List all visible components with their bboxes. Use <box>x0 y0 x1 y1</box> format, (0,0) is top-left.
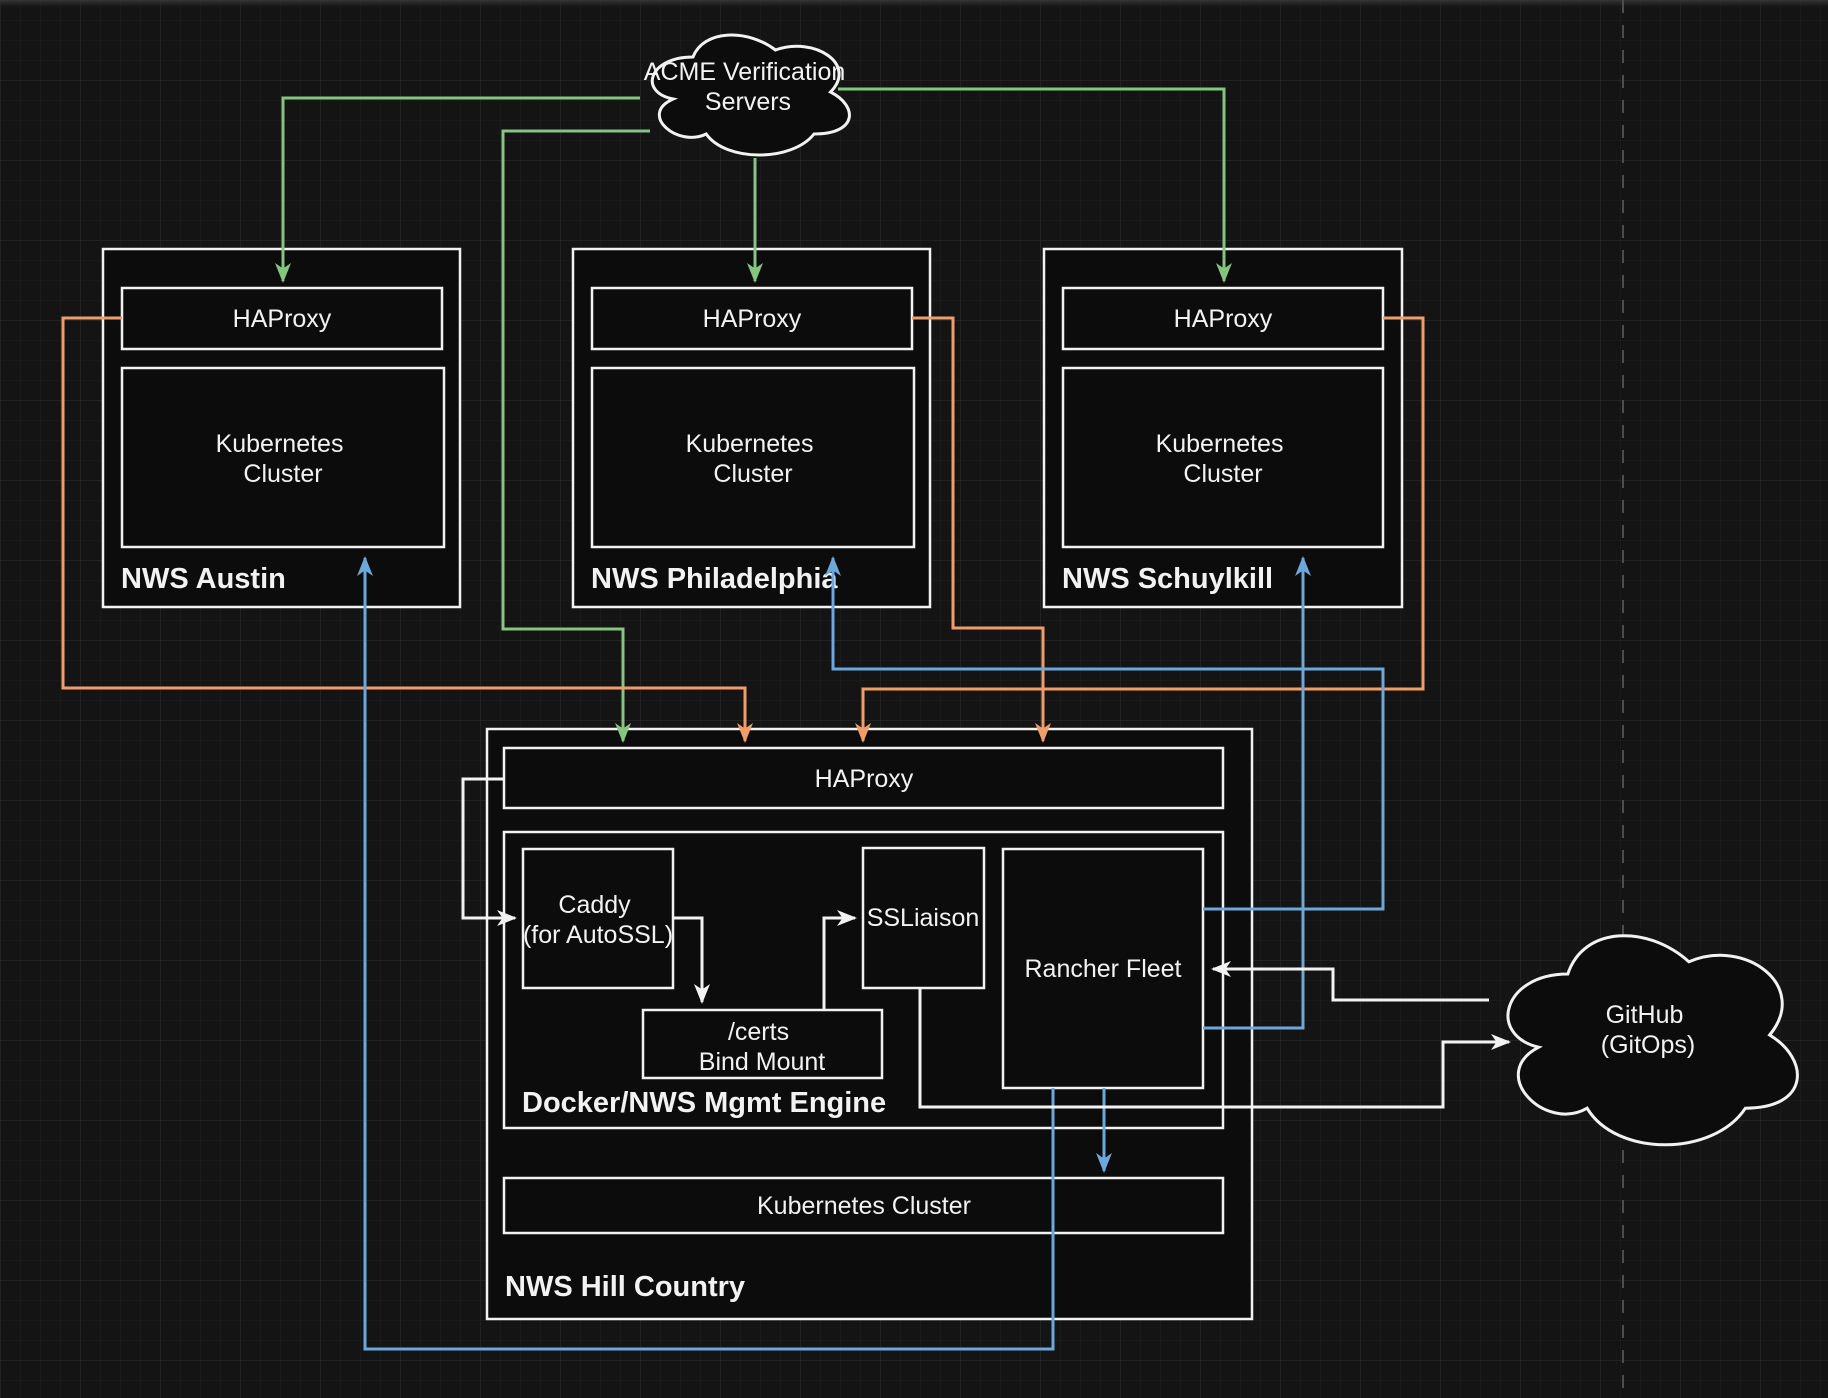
austin-site-title: NWS Austin <box>121 563 286 595</box>
hill-country-site-title: NWS Hill Country <box>505 1271 745 1303</box>
diagram-canvas[interactable]: HAProxy Kubernetes Cluster NWS Austin HA… <box>0 0 1828 1398</box>
site-hill-country: HAProxy Caddy (for AutoSSL) /certs Bind … <box>487 729 1252 1319</box>
schuylkill-site-title: NWS Schuylkill <box>1062 563 1273 595</box>
philadelphia-haproxy-label: HAProxy <box>703 305 802 333</box>
site-austin: HAProxy Kubernetes Cluster NWS Austin <box>103 249 460 607</box>
hill-kubernetes-label: Kubernetes Cluster <box>757 1192 971 1220</box>
ssliaison-label: SSLiaison <box>867 904 980 932</box>
site-schuylkill: HAProxy Kubernetes Cluster NWS Schuylkil… <box>1044 249 1402 607</box>
hill-haproxy-label: HAProxy <box>815 765 914 793</box>
mgmt-engine-title: Docker/NWS Mgmt Engine <box>522 1087 886 1119</box>
austin-haproxy-label: HAProxy <box>233 305 332 333</box>
schuylkill-haproxy-label: HAProxy <box>1174 305 1273 333</box>
top-edge-glow <box>0 0 1828 7</box>
site-philadelphia: HAProxy Kubernetes Cluster NWS Philadelp… <box>573 249 930 607</box>
philadelphia-site-title: NWS Philadelphia <box>591 563 838 595</box>
rancher-fleet-label: Rancher Fleet <box>1024 955 1181 983</box>
